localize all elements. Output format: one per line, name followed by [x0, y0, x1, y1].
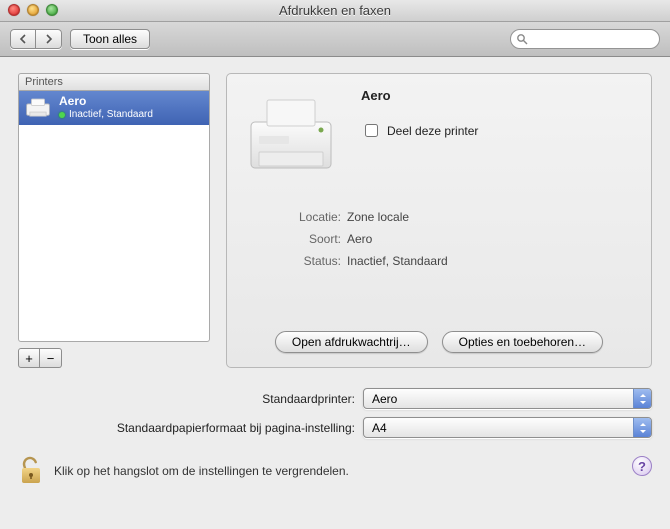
options-supplies-button[interactable]: Opties en toebehoren… — [442, 331, 603, 353]
share-printer-label: Deel deze printer — [387, 124, 478, 138]
printer-item-name: Aero — [59, 95, 153, 108]
printer-large-icon — [241, 88, 341, 188]
add-printer-button[interactable]: + — [18, 348, 40, 368]
defaults-section: Standaardprinter: Aero Standaardpapierfo… — [18, 388, 652, 438]
search-icon — [516, 33, 528, 45]
status-led-icon — [59, 112, 65, 118]
printers-column: Printers Aero Inactief, Standaard — [18, 73, 210, 368]
location-value: Zone locale — [347, 210, 637, 224]
popup-arrows-icon — [633, 418, 651, 437]
printer-item-status: Inactief, Standaard — [59, 108, 153, 121]
toolbar: Toon alles — [0, 22, 670, 57]
chevron-right-icon — [45, 34, 53, 44]
content-area: Printers Aero Inactief, Standaard — [0, 57, 670, 496]
printer-name-heading: Aero — [361, 88, 478, 103]
status-value: Inactief, Standaard — [347, 254, 637, 268]
default-printer-popup[interactable]: Aero — [363, 388, 652, 409]
default-printer-value: Aero — [372, 392, 397, 406]
share-printer-row[interactable]: Deel deze printer — [361, 121, 478, 140]
zoom-window-button[interactable] — [46, 4, 58, 16]
printers-list-header: Printers — [18, 73, 210, 90]
share-printer-checkbox[interactable] — [365, 124, 378, 137]
minimize-window-button[interactable] — [27, 4, 39, 16]
printer-item-status-text: Inactief, Standaard — [69, 108, 153, 121]
printer-info-grid: Locatie: Zone locale Soort: Aero Status:… — [241, 210, 637, 268]
popup-arrows-icon — [633, 389, 651, 408]
location-label: Locatie: — [241, 210, 341, 224]
lock-row: Klik op het hangslot om de instellingen … — [18, 456, 652, 486]
search-field-wrap — [510, 29, 660, 49]
back-button[interactable] — [10, 29, 36, 49]
default-printer-label: Standaardprinter: — [18, 392, 363, 406]
default-paper-label: Standaardpapierformaat bij pagina-instel… — [18, 421, 363, 435]
window-title: Afdrukken en faxen — [279, 3, 391, 18]
lock-text: Klik op het hangslot om de instellingen … — [54, 464, 349, 478]
add-remove-segment: + − — [18, 348, 210, 368]
show-all-button[interactable]: Toon alles — [70, 29, 150, 49]
kind-value: Aero — [347, 232, 637, 246]
forward-button[interactable] — [36, 29, 62, 49]
search-input[interactable] — [510, 29, 660, 49]
open-print-queue-button[interactable]: Open afdrukwachtrij… — [275, 331, 428, 353]
printers-list[interactable]: Aero Inactief, Standaard — [18, 90, 210, 342]
default-paper-popup[interactable]: A4 — [363, 417, 652, 438]
close-window-button[interactable] — [8, 4, 20, 16]
printer-list-item[interactable]: Aero Inactief, Standaard — [19, 91, 209, 125]
printer-icon — [25, 97, 51, 119]
window-titlebar: Afdrukken en faxen — [0, 0, 670, 22]
chevron-left-icon — [19, 34, 27, 44]
remove-printer-button[interactable]: − — [40, 348, 62, 368]
status-label: Status: — [241, 254, 341, 268]
help-button[interactable]: ? — [632, 456, 652, 476]
kind-label: Soort: — [241, 232, 341, 246]
printer-details-panel: Aero Deel deze printer Locatie: Zone loc… — [226, 73, 652, 368]
nav-segment — [10, 29, 62, 49]
window-controls — [8, 4, 58, 16]
unlocked-padlock-icon[interactable] — [18, 456, 44, 486]
default-paper-value: A4 — [372, 421, 387, 435]
